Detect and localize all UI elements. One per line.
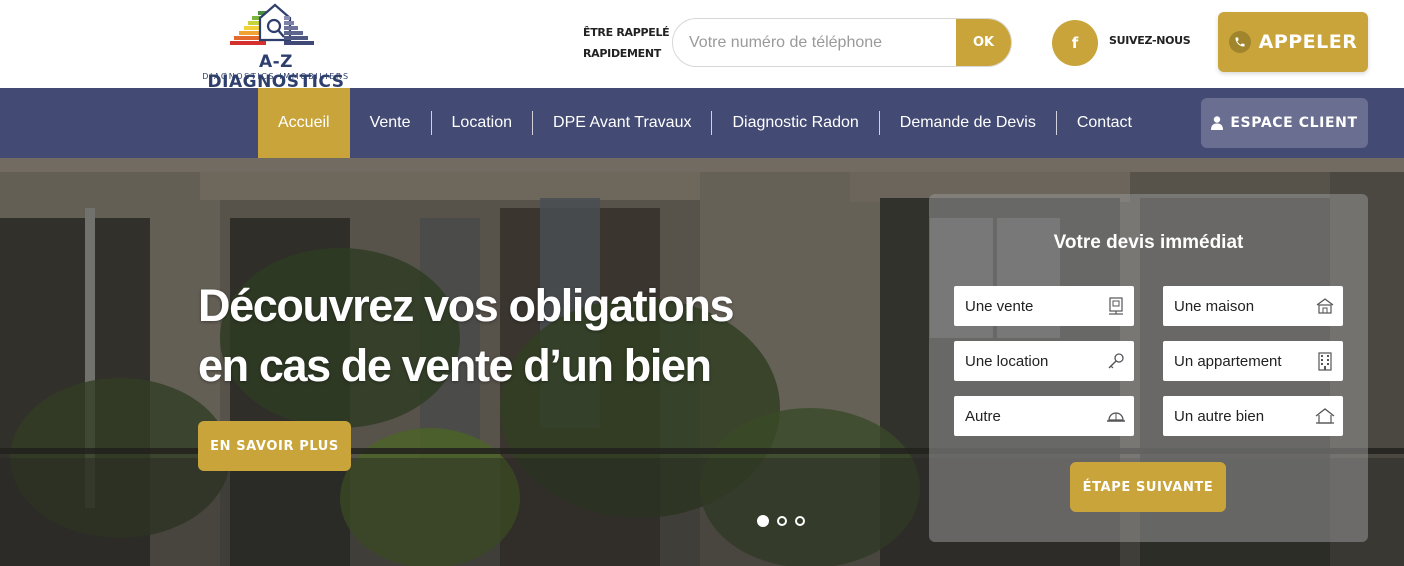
callback-label-line2: RAPIDEMENT <box>583 47 661 60</box>
option-label: Un autre bien <box>1174 407 1265 425</box>
key-icon <box>1106 351 1126 371</box>
follow-label: SUIVEZ-NOUS <box>1109 34 1191 47</box>
hero-title-line1: Découvrez vos obligations <box>198 280 735 331</box>
option-house[interactable]: Une maison <box>1163 286 1343 326</box>
sale-sign-icon <box>1106 296 1126 316</box>
quote-panel: Votre devis immédiat Une vente Une locat… <box>929 194 1368 542</box>
phone-icon <box>1228 31 1251 53</box>
nav-item-accueil[interactable]: Accueil <box>258 88 350 158</box>
hero-title-line2: en cas de vente d’un bien <box>198 340 712 391</box>
hero-title: Découvrez vos obligations en cas de vent… <box>198 276 758 396</box>
logo[interactable]: A-Z DIAGNOSTICS DIAGNOSTICS IMMOBILIERS <box>196 2 356 92</box>
slider-dot-1[interactable] <box>757 515 769 527</box>
call-button-label: APPELER <box>1258 31 1358 53</box>
building-icon <box>1315 351 1335 371</box>
nav-item-vente[interactable]: Vente <box>350 88 431 158</box>
option-other-property[interactable]: Un autre bien <box>1163 396 1343 436</box>
option-label: Une maison <box>1174 297 1255 315</box>
nav-item-diagnostic-radon[interactable]: Diagnostic Radon <box>712 88 878 158</box>
main-nav: Accueil Vente Location DPE Avant Travaux… <box>0 88 1404 158</box>
next-step-button[interactable]: ÉTAPE SUIVANTE <box>1070 462 1226 512</box>
callback-label: ÊTRE RAPPELÉ RAPIDEMENT <box>583 22 673 64</box>
callback-form: OK <box>672 18 1012 67</box>
callback-label-line1: ÊTRE RAPPELÉ <box>583 26 670 39</box>
call-button[interactable]: APPELER <box>1218 12 1368 72</box>
logo-tagline: DIAGNOSTICS IMMOBILIERS <box>202 72 350 81</box>
facebook-icon[interactable]: f <box>1052 20 1098 66</box>
phone-input[interactable] <box>673 19 958 66</box>
option-label: Un appartement <box>1174 352 1282 370</box>
client-area-button[interactable]: ESPACE CLIENT <box>1201 98 1368 148</box>
option-other[interactable]: Autre <box>954 396 1134 436</box>
hero-slider: Découvrez vos obligations en cas de vent… <box>0 158 1404 566</box>
option-rental[interactable]: Une location <box>954 341 1134 381</box>
hard-hat-icon <box>1106 406 1126 426</box>
slider-dot-2[interactable] <box>777 516 787 526</box>
nav-item-dpe-avant-travaux[interactable]: DPE Avant Travaux <box>533 88 711 158</box>
option-label: Une location <box>965 352 1049 370</box>
learn-more-button[interactable]: EN SAVOIR PLUS <box>198 421 351 471</box>
nav-items: Accueil Vente Location DPE Avant Travaux… <box>258 88 1152 158</box>
client-area-label: ESPACE CLIENT <box>1230 115 1358 131</box>
top-header: A-Z DIAGNOSTICS DIAGNOSTICS IMMOBILIERS … <box>0 0 1404 92</box>
option-label: Une vente <box>965 297 1034 315</box>
user-icon <box>1211 116 1224 130</box>
logo-mark-icon <box>230 3 314 45</box>
nav-item-contact[interactable]: Contact <box>1057 88 1152 158</box>
house-icon <box>1315 296 1335 316</box>
ok-button[interactable]: OK <box>956 19 1011 66</box>
quote-title: Votre devis immédiat <box>1053 232 1244 253</box>
nav-item-demande-de-devis[interactable]: Demande de Devis <box>880 88 1056 158</box>
nav-item-location[interactable]: Location <box>432 88 533 158</box>
option-label: Autre <box>965 407 1001 425</box>
option-apartment[interactable]: Un appartement <box>1163 341 1343 381</box>
home-outline-icon <box>1315 406 1335 426</box>
option-sale[interactable]: Une vente <box>954 286 1134 326</box>
slider-dots <box>757 515 805 527</box>
slider-dot-3[interactable] <box>795 516 805 526</box>
